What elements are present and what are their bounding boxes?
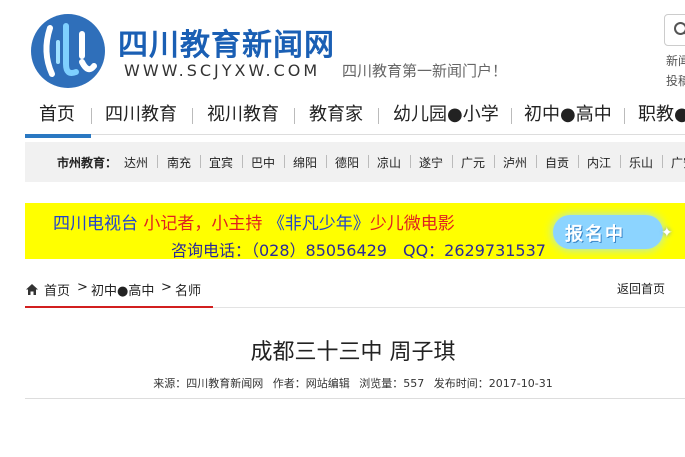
site-url: WWW.SCJYXW.COM (124, 61, 321, 80)
search-icon (674, 22, 685, 35)
breadcrumb-category[interactable]: 初中●高中 (91, 280, 154, 299)
nav-divider (378, 108, 379, 124)
breadcrumb-current[interactable]: 名师 (175, 280, 201, 299)
city-link[interactable]: 乐山 (629, 154, 653, 171)
article-views: 浏览量：557 (359, 377, 425, 390)
nav-item-vocational[interactable]: 职教● (638, 102, 685, 128)
signup-badge-label: 报名中 (565, 224, 625, 245)
nav-item-home[interactable]: 首页 (39, 102, 75, 128)
city-link[interactable]: 广元 (461, 154, 485, 171)
nav-divider (511, 108, 512, 124)
site-name[interactable]: 四川教育新闻网 (118, 20, 335, 64)
city-bar-label: 市州教育： (57, 156, 118, 170)
city-divider (536, 155, 537, 168)
nav-item-video-education[interactable]: 视川教育 (207, 102, 279, 128)
sparkle-icon: ✦ (661, 225, 673, 241)
city-divider (410, 155, 411, 168)
city-link[interactable]: 泸州 (503, 154, 527, 171)
city-link[interactable]: 南充 (167, 154, 191, 171)
breadcrumb-home[interactable]: 首页 (44, 280, 70, 299)
signup-badge[interactable]: 报名中 (553, 215, 663, 249)
banner-part-show: 《非凡少年》 (267, 214, 370, 234)
city-divider (284, 155, 285, 168)
city-divider (157, 155, 158, 168)
site-slogan: 四川教育第一新闻门户！ (342, 62, 508, 80)
city-link[interactable]: 内江 (587, 154, 611, 171)
city-link[interactable]: 巴中 (251, 154, 275, 171)
article-title: 成都三十三中 周子琪 (250, 340, 456, 365)
promo-banner[interactable]: 四川电视台 小记者，小主持 《非凡少年》少儿微电影 咨询电话：（028）8505… (25, 203, 685, 259)
banner-contact: 咨询电话：（028）85056429 QQ：2629731537 (171, 241, 546, 259)
nav-item-kindergarten-primary[interactable]: 幼儿园●小学 (393, 102, 499, 128)
main-nav: 首页 四川教育 视川教育 教育家 幼儿园●小学 初中●高中 职教● (25, 102, 685, 135)
banner-part-roles: 小记者，小主持 (143, 214, 263, 234)
nav-item-educators[interactable]: 教育家 (309, 102, 363, 128)
site-logo[interactable] (28, 12, 108, 90)
city-link[interactable]: 德阳 (335, 154, 359, 171)
city-divider (494, 155, 495, 168)
article-source: 来源：四川教育新闻网 (153, 377, 264, 390)
city-divider (452, 155, 453, 168)
city-divider (242, 155, 243, 168)
breadcrumb-accent-underline (25, 306, 213, 308)
city-link[interactable]: 达州 (124, 154, 148, 171)
city-education-bar: 市州教育： 达州 南充 宜宾 巴中 绵阳 德阳 凉山 遂宁 广元 泸州 自贡 内… (25, 142, 685, 182)
city-divider (578, 155, 579, 168)
city-link[interactable]: 绵阳 (293, 154, 317, 171)
city-divider (662, 155, 663, 168)
side-link-news[interactable]: 新闻 (666, 52, 685, 69)
city-divider (368, 155, 369, 168)
article-meta: 来源：四川教育新闻网 作者：网站编辑 浏览量：557 发布时间：2017-10-… (0, 375, 685, 391)
city-divider (326, 155, 327, 168)
nav-active-indicator (25, 134, 91, 138)
nav-divider (91, 108, 92, 124)
city-link[interactable]: 广安 (671, 154, 685, 171)
breadcrumb-separator: > (161, 280, 172, 295)
nav-divider (294, 108, 295, 124)
city-link[interactable]: 自贡 (545, 154, 569, 171)
home-icon (26, 284, 38, 295)
article-author: 作者：网站编辑 (272, 377, 350, 390)
meta-divider (25, 398, 685, 399)
banner-part-film: 少儿微电影 (369, 214, 455, 234)
nav-divider (624, 108, 625, 124)
nav-item-middle-high[interactable]: 初中●高中 (524, 102, 612, 128)
breadcrumb-separator: > (77, 280, 88, 295)
back-home-link[interactable]: 返回首页 (617, 280, 665, 297)
side-link-submit[interactable]: 投稿 (666, 72, 685, 89)
city-link[interactable]: 遂宁 (419, 154, 443, 171)
nav-item-sichuan-education[interactable]: 四川教育 (105, 102, 177, 128)
search-button[interactable] (664, 14, 685, 46)
nav-divider (192, 108, 193, 124)
article-date: 发布时间：2017-10-31 (433, 377, 553, 390)
city-link[interactable]: 宜宾 (209, 154, 233, 171)
city-link[interactable]: 凉山 (377, 154, 401, 171)
city-divider (620, 155, 621, 168)
banner-part-tv: 四川电视台 (53, 214, 138, 234)
city-divider (200, 155, 201, 168)
banner-headline: 四川电视台 小记者，小主持 《非凡少年》少儿微电影 (53, 209, 455, 234)
